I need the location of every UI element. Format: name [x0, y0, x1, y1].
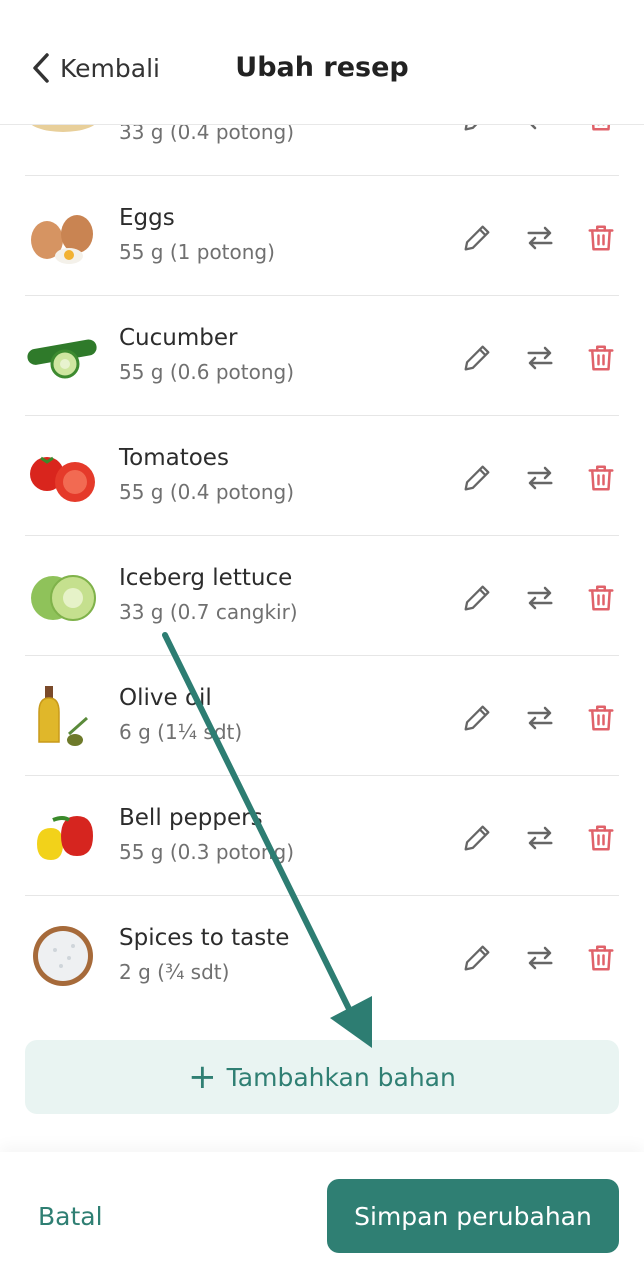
- ingredient-row: Eggs 55 g (1 potong): [25, 176, 619, 296]
- cancel-button[interactable]: Batal: [38, 1202, 103, 1231]
- delete-button[interactable]: [581, 698, 621, 738]
- trash-icon: [588, 705, 614, 731]
- pencil-icon: [464, 825, 490, 851]
- ingredient-amount: 2 g (¾ sdt): [119, 960, 230, 984]
- add-ingredient-label: Tambahkan bahan: [226, 1062, 456, 1092]
- ingredient-name: Cucumber: [119, 325, 238, 351]
- plus-icon: +: [188, 1057, 217, 1097]
- swap-button[interactable]: [520, 818, 560, 858]
- tomatoes-image: [30, 456, 95, 502]
- ingredient-name: Bell peppers: [119, 805, 263, 831]
- swap-arrows-icon: [527, 586, 553, 610]
- swap-arrows-icon: [527, 946, 553, 970]
- ingredient-amount: 6 g (1¼ sdt): [119, 720, 243, 744]
- trash-icon: [588, 825, 614, 851]
- delete-button[interactable]: [581, 218, 621, 258]
- edit-button[interactable]: [457, 218, 497, 258]
- ingredient-row: Spices to taste 2 g (¾ sdt): [25, 896, 619, 1015]
- delete-button[interactable]: [581, 938, 621, 978]
- eggs-image: [31, 215, 93, 264]
- swap-arrows-icon: [527, 826, 553, 850]
- ingredient-name: Olive oil: [119, 685, 212, 711]
- ingredient-name: Eggs: [119, 205, 175, 231]
- ingredient-name: Spices to taste: [119, 925, 290, 951]
- ingredient-name: Iceberg lettuce: [119, 565, 293, 591]
- pencil-icon: [464, 465, 490, 491]
- delete-button[interactable]: [581, 458, 621, 498]
- edit-button[interactable]: [457, 458, 497, 498]
- page-title: Ubah resep: [235, 52, 409, 83]
- save-changes-button[interactable]: Simpan perubahan: [327, 1179, 619, 1253]
- ingredient-row: Tomatoes 55 g (0.4 potong): [25, 416, 619, 536]
- swap-button[interactable]: [520, 578, 560, 618]
- bottom-bar: Batal Simpan perubahan: [0, 1152, 644, 1280]
- edit-button[interactable]: [457, 338, 497, 378]
- pencil-icon: [464, 945, 490, 971]
- ingredient-row: Olive oil 6 g (1¼ sdt): [25, 656, 619, 776]
- trash-icon: [588, 465, 614, 491]
- trash-icon: [588, 345, 614, 371]
- bell-peppers-image: [37, 816, 93, 860]
- ingredient-amount: 33 g (0.7 cangkir): [119, 600, 298, 624]
- swap-button[interactable]: [520, 218, 560, 258]
- delete-button[interactable]: [581, 578, 621, 618]
- trash-icon: [588, 945, 614, 971]
- swap-arrows-icon: [527, 226, 553, 250]
- olive-oil-image: [38, 686, 88, 746]
- delete-button[interactable]: [581, 818, 621, 858]
- ingredient-name: Tomatoes: [119, 445, 229, 471]
- ingredient-amount: 55 g (1 potong): [119, 240, 275, 264]
- trash-icon: [588, 225, 614, 251]
- trash-icon: [588, 585, 614, 611]
- pencil-icon: [464, 345, 490, 371]
- swap-button[interactable]: [520, 458, 560, 498]
- pencil-icon: [464, 225, 490, 251]
- lettuce-image: [31, 575, 96, 621]
- ingredient-amount: 55 g (0.4 potong): [119, 480, 295, 504]
- edit-button[interactable]: [457, 938, 497, 978]
- ingredient-row: Cucumber 55 g (0.6 potong): [25, 296, 619, 416]
- ingredient-amount: 55 g (0.6 potong): [119, 360, 295, 384]
- top-bar: Kembali Ubah resep: [0, 0, 644, 125]
- swap-button[interactable]: [520, 698, 560, 738]
- swap-arrows-icon: [527, 346, 553, 370]
- delete-button[interactable]: [581, 338, 621, 378]
- ingredient-amount: 55 g (0.3 potong): [119, 840, 295, 864]
- swap-button[interactable]: [520, 938, 560, 978]
- swap-button[interactable]: [520, 338, 560, 378]
- edit-button[interactable]: [457, 698, 497, 738]
- ingredient-row: Bell peppers 55 g (0.3 potong): [25, 776, 619, 896]
- pencil-icon: [464, 705, 490, 731]
- edit-button[interactable]: [457, 578, 497, 618]
- ingredient-list: 33 g (0.4 potong) Eggs 55 g (1 potong) C…: [0, 56, 644, 1015]
- edit-button[interactable]: [457, 818, 497, 858]
- cucumber-image: [27, 339, 97, 379]
- swap-arrows-icon: [527, 466, 553, 490]
- swap-arrows-icon: [527, 706, 553, 730]
- add-ingredient-button[interactable]: + Tambahkan bahan: [25, 1040, 619, 1114]
- pencil-icon: [464, 585, 490, 611]
- salt-image: [33, 926, 93, 986]
- ingredient-row: Iceberg lettuce 33 g (0.7 cangkir): [25, 536, 619, 656]
